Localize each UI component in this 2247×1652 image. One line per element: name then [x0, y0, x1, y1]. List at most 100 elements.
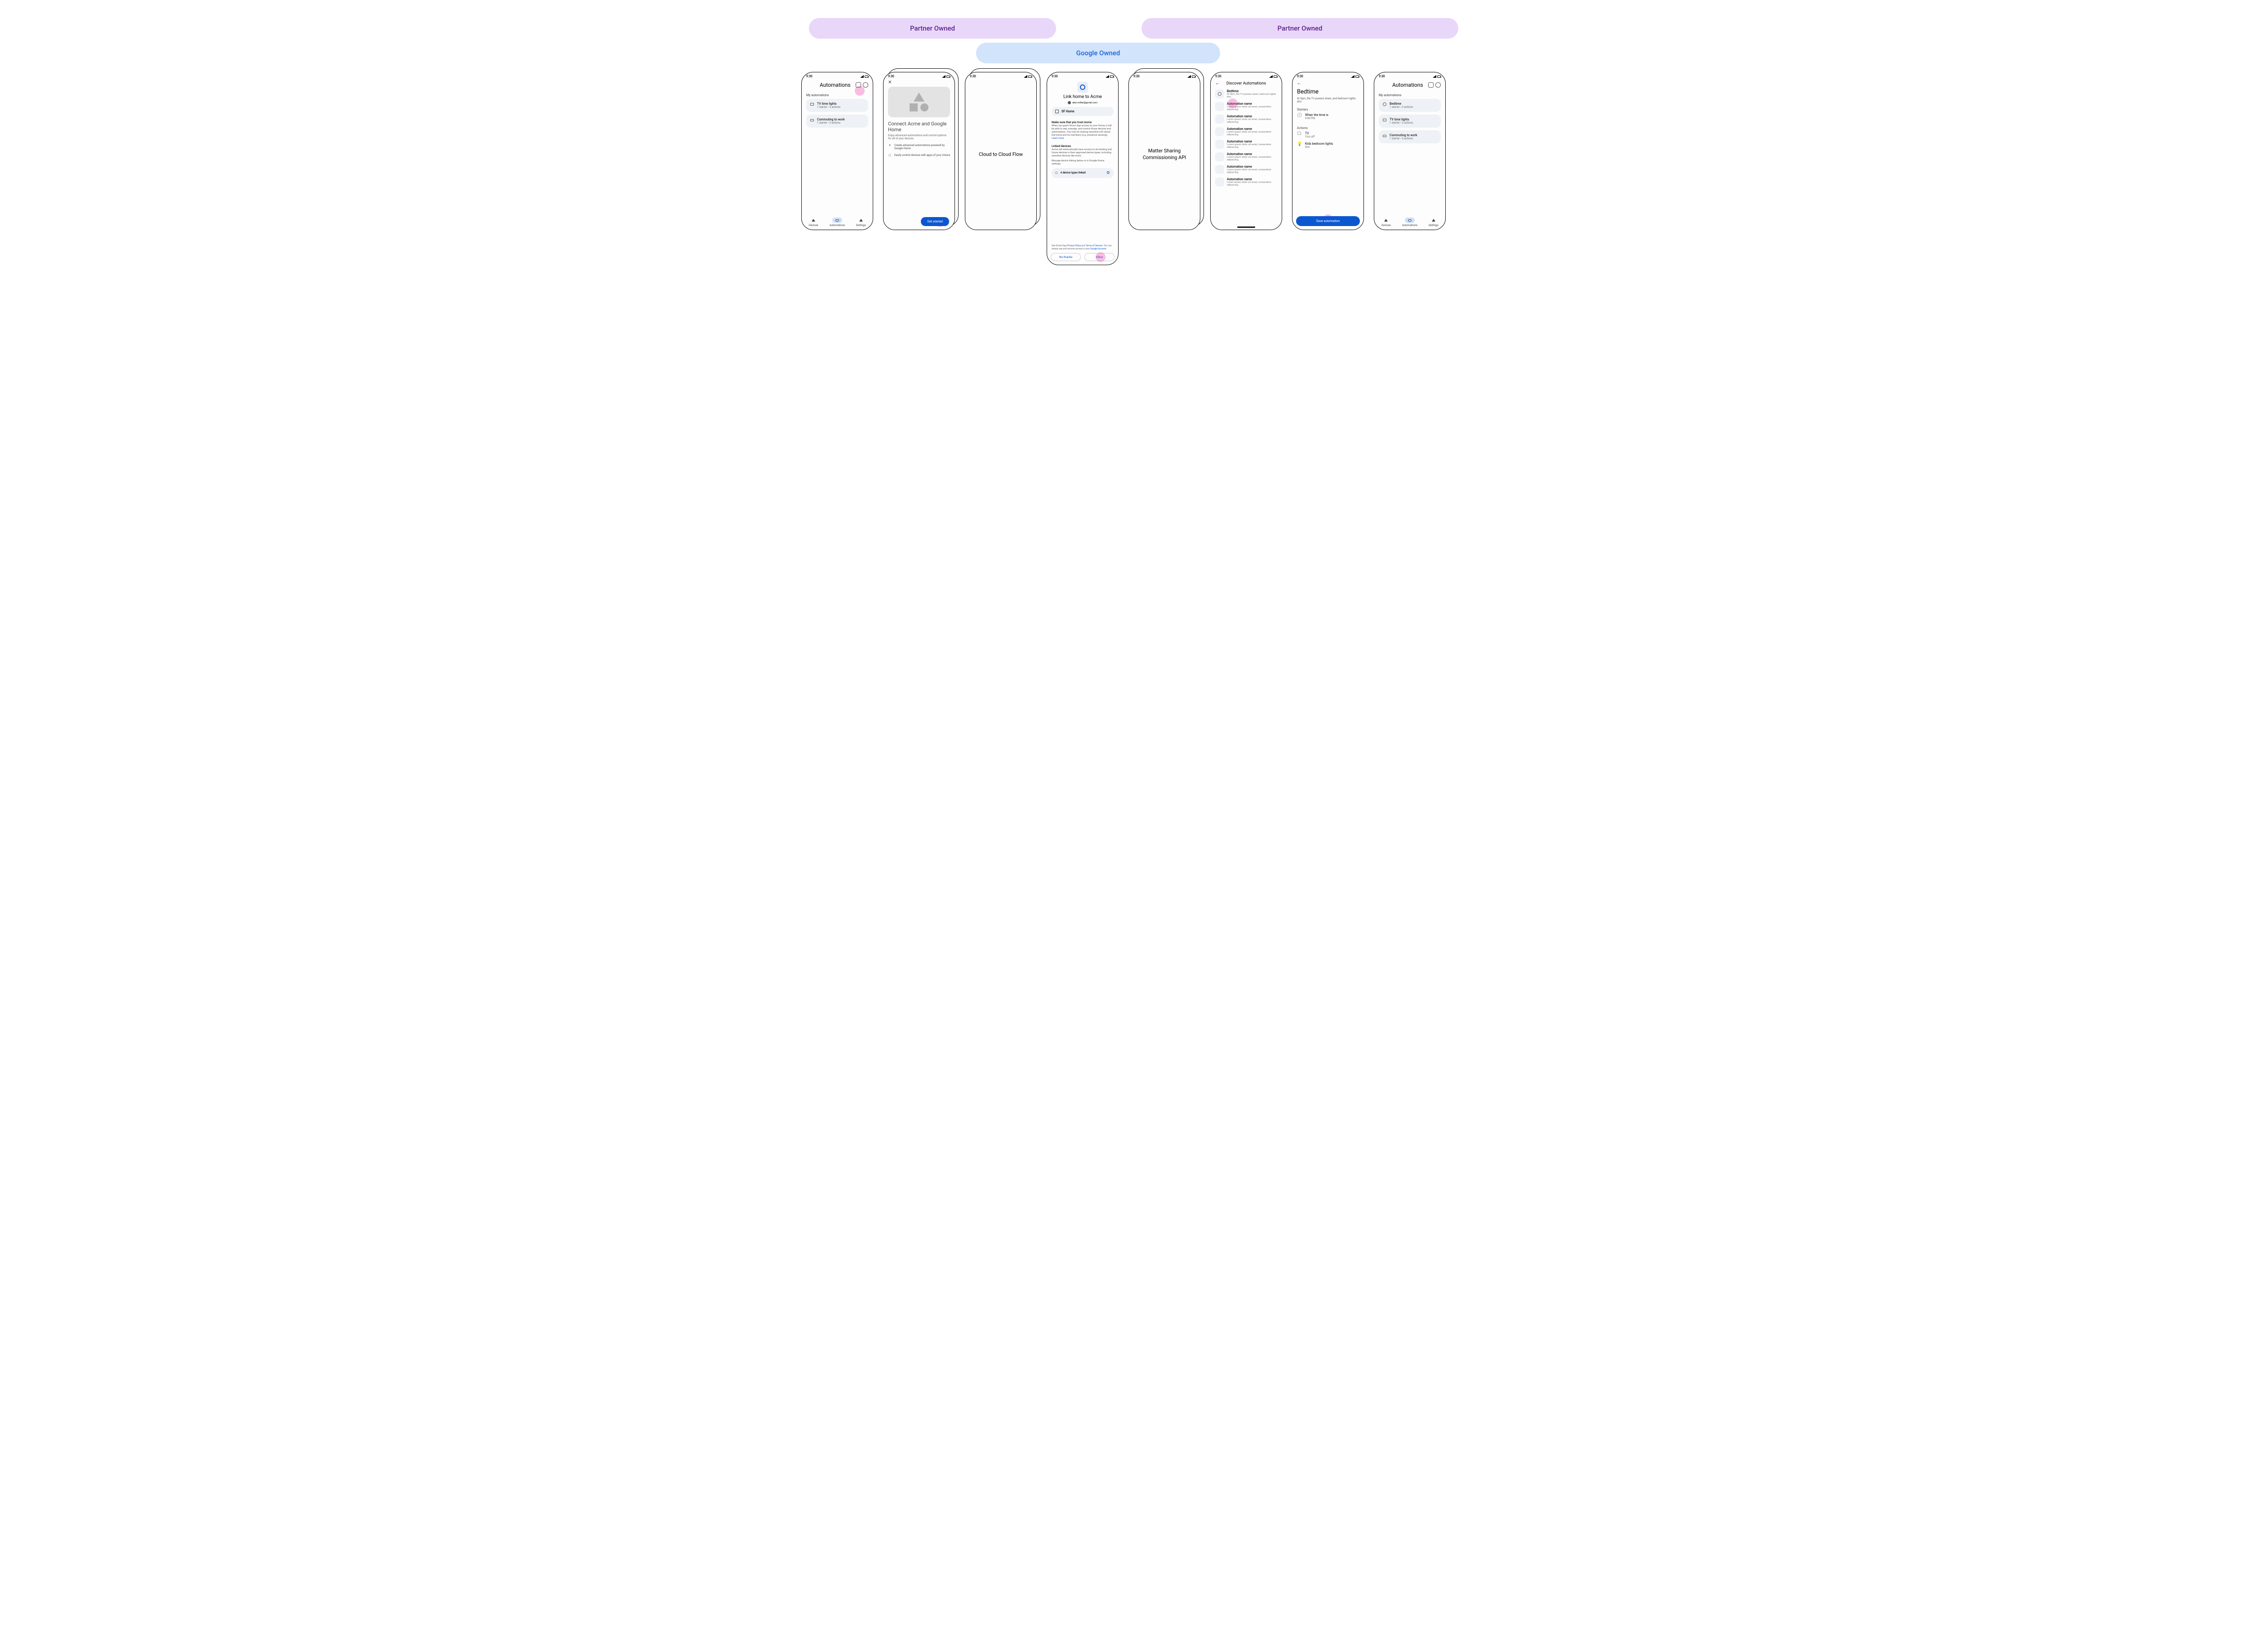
- bottom-nav: Devices Automations Settings: [802, 216, 873, 230]
- placeholder-label: Cloud to Cloud Flow: [979, 151, 1023, 157]
- ownership-tags: Partner Owned Partner Owned Google Owned: [782, 18, 1465, 67]
- status-time: 9:30: [888, 75, 894, 78]
- device-types-card[interactable]: ▢ 4 device types linked ⚙: [1052, 168, 1114, 178]
- save-automation-button[interactable]: Save automation: [1296, 216, 1360, 226]
- status-bar: 9:30: [965, 72, 1036, 79]
- status-time: 9:30: [1379, 75, 1385, 78]
- back-icon[interactable]: ←: [1297, 81, 1301, 86]
- phone-automations-list-updated: 9:30 Automations My automations Bedtime1…: [1374, 72, 1446, 230]
- status-time: 9:30: [1052, 75, 1058, 78]
- tv-icon: 🖵: [1297, 132, 1301, 136]
- discover-item[interactable]: Automation nameLorem ipsum dolor sit ame…: [1211, 138, 1282, 151]
- status-bar: 9:30: [802, 72, 873, 79]
- devices-icon: ▢: [1055, 171, 1058, 174]
- linked-body-2: Manage device linking below or in Google…: [1052, 160, 1114, 166]
- privacy-policy-link[interactable]: Privacy Policy: [1067, 244, 1081, 247]
- templates-icon[interactable]: [1428, 82, 1434, 88]
- no-thanks-button[interactable]: No thanks: [1051, 253, 1081, 261]
- starters-label: Starters: [1292, 103, 1363, 111]
- discover-item[interactable]: Automation nameLorem ipsum dolor sit ame…: [1211, 100, 1282, 113]
- discover-item[interactable]: Automation nameLorem ipsum dolor sit ame…: [1211, 125, 1282, 138]
- partner-owned-tag-2: Partner Owned: [1141, 18, 1458, 39]
- status-time: 9:30: [1133, 75, 1140, 78]
- nav-devices[interactable]: Devices: [1374, 218, 1398, 227]
- connect-title: Connect Acme and Google Home: [888, 121, 950, 133]
- action-row[interactable]: 💡 Kids bedroom lightsDim: [1292, 140, 1363, 151]
- moon-icon: [1217, 92, 1222, 96]
- status-bar: 9:30: [1129, 72, 1200, 79]
- status-bar: 9:30: [1374, 72, 1445, 79]
- automation-description: At 9pm, the TV powers down, and bedroom …: [1292, 97, 1363, 103]
- discover-item-bedtime[interactable]: BedtimeAt 9pm, the TV powers down, bedro…: [1211, 88, 1282, 100]
- phone-matter-sharing: 9:30 Matter Sharing Commissioning API: [1128, 72, 1200, 230]
- gear-icon[interactable]: ⚙: [1106, 171, 1110, 175]
- status-time: 9:30: [806, 75, 813, 78]
- action-row[interactable]: 🖵 TVTurn off: [1292, 130, 1363, 140]
- phone-automations-list: 9:30 Automations My automations TV time …: [801, 72, 873, 230]
- account-icon[interactable]: [863, 82, 868, 88]
- learn-more-link[interactable]: Learn more: [1052, 137, 1064, 140]
- discover-item[interactable]: Automation nameLorem ipsum dolor sit ame…: [1211, 163, 1282, 176]
- discover-item[interactable]: Automation nameLorem ipsum dolor sit ame…: [1211, 113, 1282, 125]
- feature-row: ✦Create advanced automations powered by …: [888, 144, 950, 150]
- page-title: Discover Automations: [1220, 81, 1273, 86]
- automation-card[interactable]: Commuting to work1 starter • 3 actions: [1379, 130, 1441, 143]
- home-selector[interactable]: SF Home: [1052, 107, 1114, 116]
- allow-button[interactable]: Allow: [1084, 253, 1115, 261]
- close-icon[interactable]: ✕: [888, 79, 950, 87]
- moon-icon: [1382, 102, 1387, 107]
- nav-automations[interactable]: Automations: [826, 218, 849, 227]
- app-logo-icon: [1077, 82, 1088, 93]
- car-icon: [1383, 135, 1386, 137]
- tos-link[interactable]: Terms of Service: [1086, 244, 1102, 247]
- sparkle-icon: ✦: [888, 144, 892, 150]
- bottom-nav: Devices Automations Settings: [1374, 216, 1445, 230]
- linked-heading: Linked devices: [1052, 144, 1114, 148]
- google-owned-tag: Google Owned: [976, 43, 1220, 63]
- phone-discover-automations: 9:30 ← Discover Automations BedtimeAt 9p…: [1210, 72, 1282, 230]
- account-icon[interactable]: [1435, 82, 1441, 88]
- starter-row[interactable]: 🕘 When the time is9:00 PM: [1292, 111, 1363, 122]
- tv-icon: [810, 103, 814, 106]
- nav-devices[interactable]: Devices: [802, 218, 826, 227]
- clock-icon: 🕘: [1297, 113, 1301, 118]
- nav-automations[interactable]: Automations: [1398, 218, 1422, 227]
- placeholder-label: Matter Sharing Commissioning API: [1133, 148, 1195, 161]
- account-email: alex.miller@gmail.com: [1047, 101, 1118, 104]
- trust-heading: Make sure that you trust Acme: [1052, 120, 1114, 124]
- feature-row: ▢Easily control devices with apps of you…: [888, 154, 950, 157]
- status-time: 9:30: [1297, 75, 1303, 78]
- status-bar: 9:30: [1047, 72, 1118, 79]
- car-icon: [810, 119, 814, 121]
- linked-body-1: Acme will automatically have access to a…: [1052, 148, 1114, 158]
- placeholder-illustration: [888, 87, 950, 117]
- partner-owned-tag-1: Partner Owned: [809, 18, 1056, 39]
- page-title: Automations: [806, 82, 854, 88]
- get-started-button[interactable]: Get started: [921, 217, 949, 226]
- link-title: Link home to Acme: [1047, 94, 1118, 99]
- discover-item[interactable]: Automation nameLorem ipsum dolor sit ame…: [1211, 151, 1282, 163]
- tv-icon: [1383, 119, 1386, 121]
- app-icon: ▢: [888, 154, 892, 157]
- automation-card[interactable]: Commuting to work1 starter • 3 actions: [806, 115, 868, 128]
- nav-settings[interactable]: Settings: [849, 218, 873, 227]
- automation-card[interactable]: TV time lights1 starter • 2 actions: [1379, 115, 1441, 128]
- avatar-icon: [1068, 101, 1071, 104]
- back-icon[interactable]: ←: [1215, 81, 1220, 86]
- trust-body: When you grant Smart App access to your …: [1052, 124, 1114, 140]
- google-account-link[interactable]: Google Account: [1090, 248, 1106, 250]
- automation-card[interactable]: Bedtime1 starter • 2 actions: [1379, 99, 1441, 112]
- phone-link-home: 9:30 Link home to Acme alex.miller@gmail…: [1047, 72, 1119, 265]
- home-icon: [1055, 110, 1059, 113]
- section-label: My automations: [806, 93, 868, 97]
- actions-label: Actions: [1292, 122, 1363, 130]
- status-bar: 9:30: [1211, 72, 1282, 79]
- fineprint: See Smart App Privacy Policy and Terms o…: [1047, 244, 1118, 250]
- status-time: 9:30: [970, 75, 976, 78]
- page-title: Automations: [1379, 82, 1426, 88]
- nav-settings[interactable]: Settings: [1421, 218, 1445, 227]
- discover-item[interactable]: Automation nameLorem ipsum dolor sit ame…: [1211, 176, 1282, 188]
- phone-bedtime-detail: 9:30 ← Bedtime At 9pm, the TV powers dow…: [1292, 72, 1364, 230]
- automation-card[interactable]: TV time lights1 starter • 2 actions: [806, 99, 868, 112]
- templates-icon[interactable]: [856, 82, 861, 88]
